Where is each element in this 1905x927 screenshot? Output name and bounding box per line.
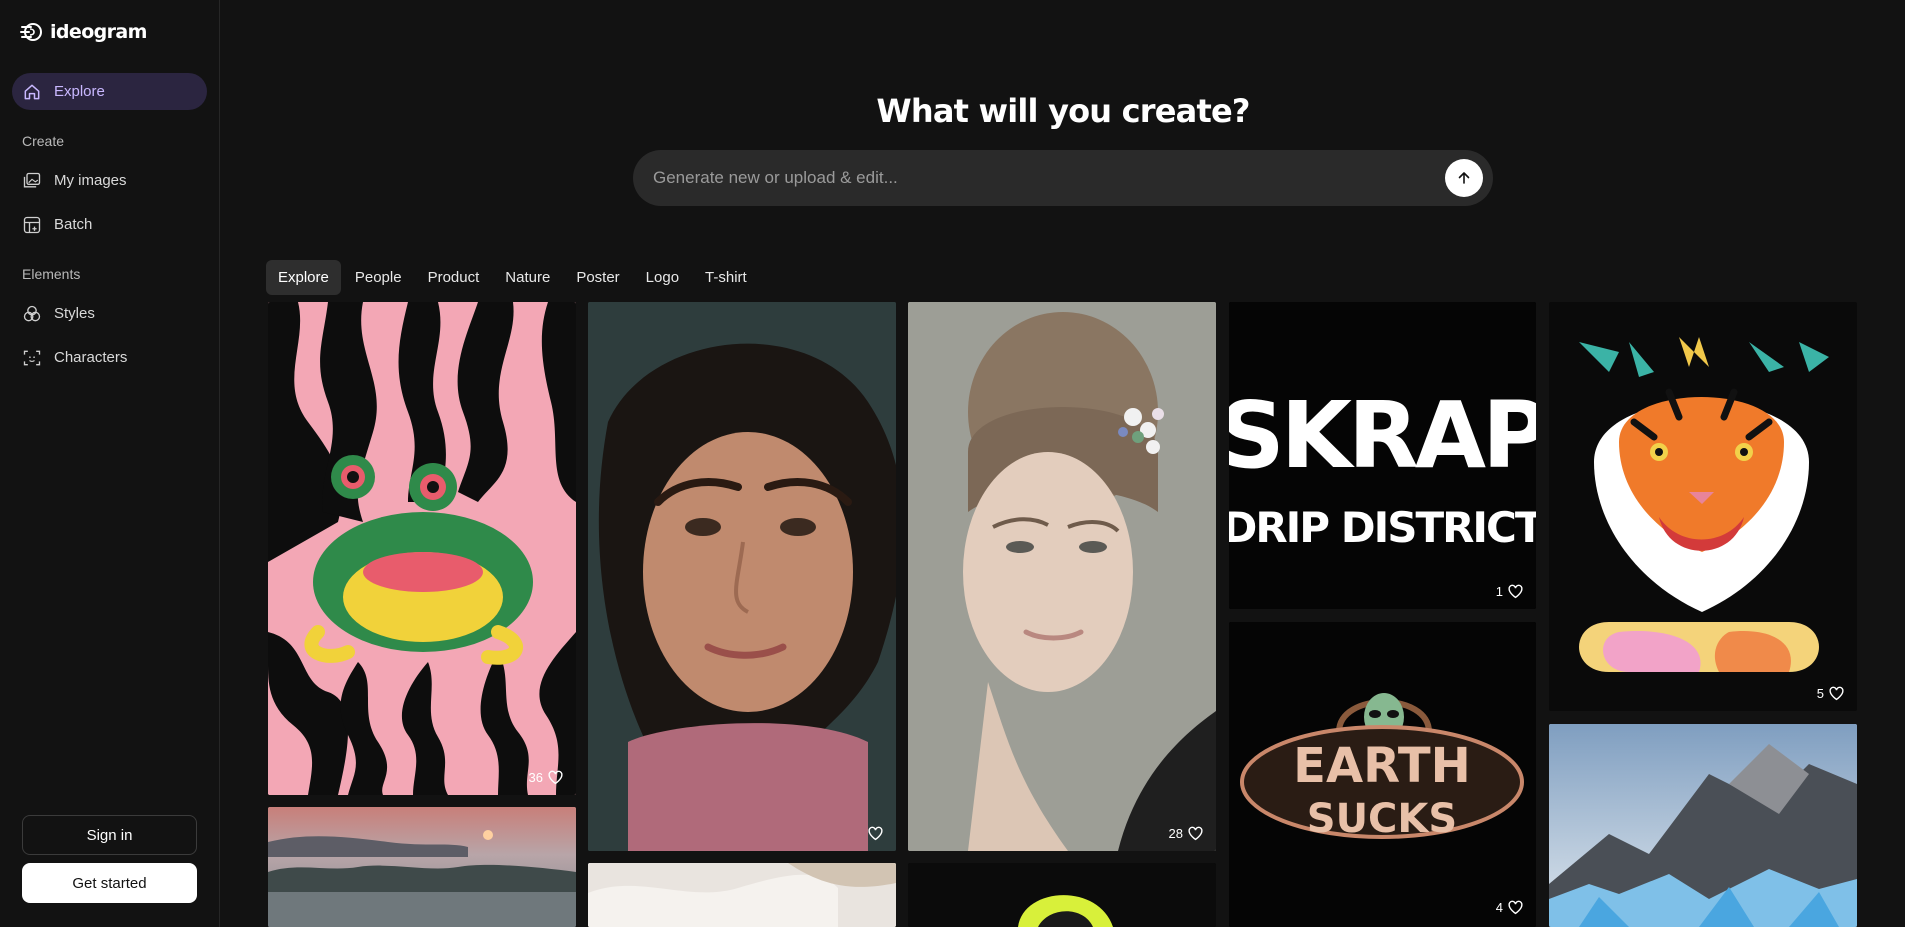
sidebar-item-label: My images [54, 172, 127, 189]
brand-name: ideogram [50, 21, 147, 43]
like-number: 28 [1168, 825, 1183, 841]
yellow-graphic-image [908, 863, 1216, 927]
batch-icon [23, 216, 41, 233]
arrow-up-icon [1458, 172, 1470, 184]
alien-logo-top-text: EARTH [1293, 738, 1471, 794]
like-number: 1 [1495, 583, 1503, 599]
tab-nature[interactable]: Nature [493, 260, 562, 295]
sidebar-item-batch[interactable]: Batch [12, 206, 207, 243]
logo[interactable]: ideogram [20, 20, 147, 44]
gallery-card-skrap-logo[interactable]: SKRAP DRIP DISTRICT 1 [1229, 302, 1536, 609]
sidebar-item-label: Explore [54, 83, 105, 100]
like-count[interactable]: 4 [1496, 899, 1524, 915]
page-title: What will you create? [876, 92, 1250, 130]
like-count[interactable]: 36 [529, 769, 564, 785]
section-label-create: Create [22, 133, 65, 149]
gallery-card-alien-earth-logo[interactable]: EARTH SUCKS 4 [1229, 622, 1536, 927]
gallery-card-white-fabric[interactable] [588, 863, 896, 927]
sidebar-item-styles[interactable]: Styles [12, 295, 207, 332]
heart-icon [548, 770, 563, 785]
like-number: 36 [528, 769, 543, 785]
sidebar-item-label: Characters [54, 349, 128, 366]
alien-logo-bottom-text: SUCKS [1307, 796, 1457, 842]
ideogram-logo-icon [20, 23, 42, 41]
mountain-image [1549, 724, 1857, 927]
like-number: 5 [1816, 685, 1824, 701]
tab-explore[interactable]: Explore [266, 260, 341, 295]
fabric-image [588, 863, 896, 927]
sidebar-item-my-images[interactable]: My images [12, 162, 207, 199]
gallery-card-yellow-graphic[interactable] [908, 863, 1216, 927]
styles-icon [23, 305, 41, 321]
gallery-card-mountain-ice[interactable] [1549, 724, 1857, 927]
like-number: 4 [1495, 899, 1503, 915]
prompt-input[interactable] [653, 168, 1445, 188]
sidebar-item-label: Styles [54, 305, 95, 322]
images-icon [23, 172, 41, 187]
frog-poster-image [268, 302, 576, 795]
gallery-card-misty-landscape[interactable] [268, 807, 576, 927]
skrap-logo-image: SKRAP DRIP DISTRICT [1229, 302, 1536, 609]
gallery-card-tiger-tshirt[interactable]: 5 [1549, 302, 1857, 711]
misty-landscape-image [268, 807, 576, 927]
sidebar-item-label: Batch [54, 216, 93, 233]
get-started-button[interactable]: Get started [22, 863, 197, 903]
character-icon [23, 350, 41, 365]
gallery-card-woman-portrait-curly[interactable] [588, 302, 896, 851]
skrap-title: SKRAP [1229, 382, 1536, 489]
category-tabs: Explore People Product Nature Poster Log… [266, 260, 759, 295]
portrait-image [908, 302, 1216, 851]
skrap-subtitle: DRIP DISTRICT [1229, 503, 1536, 552]
tiger-image [1549, 302, 1857, 711]
sign-in-button[interactable]: Sign in [22, 815, 197, 855]
heart-icon [1508, 584, 1523, 599]
like-count[interactable] [863, 825, 884, 841]
heart-icon [1508, 900, 1523, 915]
tab-people[interactable]: People [343, 260, 414, 295]
heart-icon [1829, 686, 1844, 701]
sidebar-item-characters[interactable]: Characters [12, 339, 207, 376]
like-count[interactable]: 1 [1496, 583, 1524, 599]
sidebar: ideogram Explore Create My images Batch … [0, 0, 220, 927]
tab-tshirt[interactable]: T-shirt [693, 260, 759, 295]
tab-poster[interactable]: Poster [564, 260, 631, 295]
like-count[interactable]: 28 [1169, 825, 1204, 841]
home-icon [24, 84, 40, 99]
gallery-card-frog-poster[interactable]: 36 [268, 302, 576, 795]
portrait-image [588, 302, 896, 851]
heart-icon [1188, 826, 1203, 841]
sidebar-item-explore[interactable]: Explore [12, 73, 207, 110]
tab-logo[interactable]: Logo [634, 260, 691, 295]
section-label-elements: Elements [22, 266, 81, 282]
heart-icon [868, 826, 883, 841]
submit-button[interactable] [1445, 159, 1483, 197]
prompt-bar [633, 150, 1493, 206]
gallery-card-woman-portrait-bun[interactable]: 28 [908, 302, 1216, 851]
alien-logo-image: EARTH SUCKS [1229, 622, 1536, 927]
like-count[interactable]: 5 [1817, 685, 1845, 701]
tab-product[interactable]: Product [416, 260, 492, 295]
